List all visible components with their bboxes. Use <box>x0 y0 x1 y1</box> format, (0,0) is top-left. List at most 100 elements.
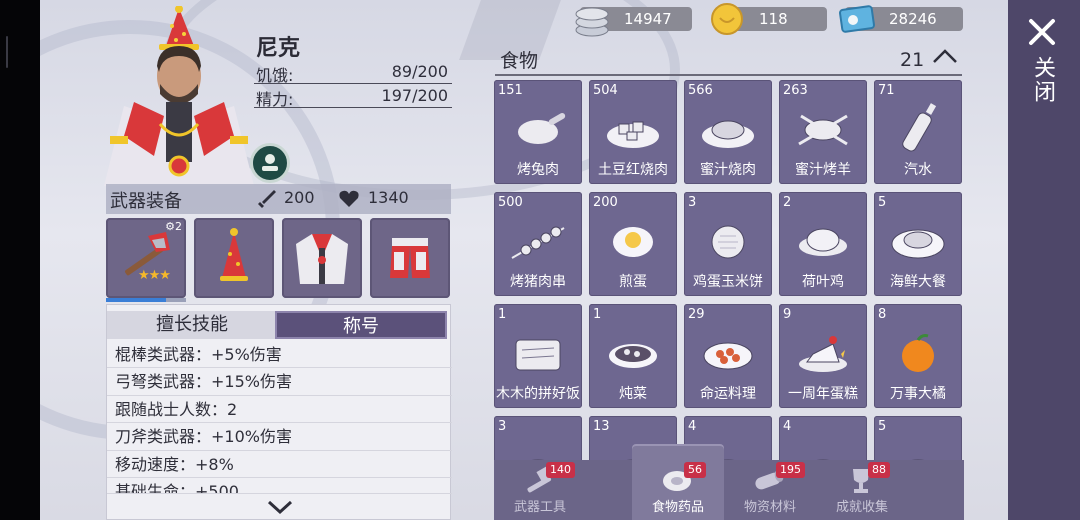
pork-skewer-icon <box>511 226 565 259</box>
item-quantity: 263 <box>783 83 808 98</box>
expand-chevron-icon[interactable] <box>267 499 293 515</box>
shorts-icon <box>390 238 430 278</box>
tab-titles[interactable]: 称号 <box>275 311 447 339</box>
item-quantity: 71 <box>878 83 895 98</box>
item-quantity: 4 <box>688 419 697 434</box>
health-value: 1340 <box>368 188 409 207</box>
item-quantity: 151 <box>498 83 523 98</box>
stew-icon <box>609 344 657 368</box>
skill-item: 弓弩类武器：+15%伤害 <box>107 368 452 396</box>
tab-count-badge: 140 <box>546 462 575 478</box>
sword-icon <box>258 190 276 208</box>
inventory-item[interactable]: 151 烤兔肉 <box>494 80 582 184</box>
item-name: 万事大橘 <box>890 386 946 402</box>
item-quantity: 5 <box>878 419 887 434</box>
inventory-count[interactable]: 21 <box>900 48 958 71</box>
silver-coin-counter: 14947 <box>575 7 692 37</box>
inventory-item[interactable]: 5 <box>874 416 962 460</box>
tab-food-medicine[interactable]: 56 食物药品 <box>632 446 724 520</box>
item-name: 炖菜 <box>619 386 647 402</box>
skill-item: 移动速度：+8% <box>107 451 452 478</box>
skill-item: 刀斧类武器：+10%伤害 <box>107 423 452 451</box>
tab-label: 食物药品 <box>651 500 704 515</box>
item-name: 荷叶鸡 <box>802 274 844 290</box>
gold-coin-icon <box>711 3 743 35</box>
slot-level: ⚙2 <box>165 220 182 233</box>
hunger-stat: 饥饿: 89/200 <box>254 62 452 85</box>
honey-roast-icon <box>702 120 754 148</box>
egg-tortilla-icon <box>711 225 745 259</box>
gold-coin-value: 118 <box>759 10 788 28</box>
item-quantity: 1 <box>593 307 602 322</box>
item-name: 一周年蛋糕 <box>788 386 858 402</box>
energy-stat: 精力: 197/200 <box>254 86 452 109</box>
inventory-item[interactable]: 4 <box>779 416 867 460</box>
potato-pork-icon <box>607 121 659 148</box>
hero-portrait <box>104 6 254 186</box>
game-screen: 尼克 饥饿: 89/200 精力: 197/200 武器装备 200 1340 <box>0 0 1080 520</box>
equip-slot-hat[interactable] <box>194 218 274 298</box>
inventory-item[interactable]: 2 荷叶鸡 <box>779 192 867 296</box>
chevron-up-icon[interactable] <box>932 48 958 64</box>
inventory-item[interactable]: 71 汽水 <box>874 80 962 184</box>
heart-icon <box>339 190 359 207</box>
bezel-notch <box>6 36 8 68</box>
energy-label: 精力: <box>256 90 294 109</box>
tab-materials[interactable]: 195 物资材料 <box>724 460 816 520</box>
close-icon[interactable] <box>1028 18 1056 46</box>
inventory-item[interactable]: 500 烤猪肉串 <box>494 192 582 296</box>
tab-achievements[interactable]: 88 成就收集 <box>816 460 908 520</box>
item-quantity: 5 <box>878 195 887 210</box>
inventory-item[interactable]: 5 海鲜大餐 <box>874 192 962 296</box>
item-quantity: 3 <box>498 419 507 434</box>
lotus-chicken-icon <box>799 228 847 256</box>
item-name: 土豆红烧肉 <box>598 162 668 178</box>
seafood-feast-icon <box>891 229 945 259</box>
inventory-item[interactable]: 1 木木的拼好饭 <box>494 304 582 408</box>
inventory-title: 食物 <box>500 50 539 72</box>
ticket-icon <box>839 5 875 33</box>
inventory-item[interactable]: 504 土豆红烧肉 <box>589 80 677 184</box>
tab-weapons-tools[interactable]: 140 武器工具 <box>494 460 586 520</box>
close-label[interactable]: 关闭 <box>1030 56 1058 104</box>
item-quantity: 4 <box>783 419 792 434</box>
inventory-item[interactable]: 200 煎蛋 <box>589 192 677 296</box>
item-quantity: 29 <box>688 307 705 322</box>
anniversary-cake-icon <box>799 336 847 372</box>
tab-label: 成就收集 <box>835 500 888 515</box>
tab-skills[interactable]: 擅长技能 <box>107 311 277 339</box>
equip-slot-jacket[interactable] <box>282 218 362 298</box>
inventory-item[interactable]: 9 一周年蛋糕 <box>779 304 867 408</box>
equip-slot-axe[interactable]: ⚙2 ★★★ <box>106 218 186 302</box>
status-badge-icon[interactable] <box>250 143 290 183</box>
item-name: 木木的拼好饭 <box>496 386 580 402</box>
inventory-item[interactable]: 1 炖菜 <box>589 304 677 408</box>
inventory-item[interactable]: 263 蜜汁烤羊 <box>779 80 867 184</box>
roast-lamb-icon <box>798 114 848 146</box>
inventory-item[interactable]: 3 <box>494 416 582 460</box>
skill-item: 棍棒类武器：+5%伤害 <box>107 341 452 369</box>
item-name: 命运料理 <box>700 386 756 402</box>
inventory-screen: 尼克 饥饿: 89/200 精力: 197/200 武器装备 200 1340 <box>40 0 1008 520</box>
tab-count-badge: 56 <box>684 462 706 478</box>
fried-egg-icon <box>613 227 653 257</box>
inventory-item[interactable]: 8 万事大橘 <box>874 304 962 408</box>
party-hat-icon <box>220 228 248 281</box>
hunger-value: 89/200 <box>391 62 448 81</box>
tab-count-badge: 195 <box>776 462 805 478</box>
soda-icon <box>902 103 937 152</box>
food-icon <box>911 459 925 460</box>
gold-coin-counter: 118 <box>711 3 827 35</box>
inventory-item[interactable]: 566 蜜汁烧肉 <box>684 80 772 184</box>
fate-dish-icon <box>703 342 753 370</box>
tab-label: 物资材料 <box>743 500 796 515</box>
close-panel[interactable]: 关闭 <box>1008 0 1080 520</box>
equip-slot-shorts[interactable] <box>370 218 450 298</box>
inventory-item[interactable]: 29 命运料理 <box>684 304 772 408</box>
inventory-item[interactable]: 3 鸡蛋玉米饼 <box>684 192 772 296</box>
item-quantity: 566 <box>688 83 713 98</box>
item-quantity: 8 <box>878 307 887 322</box>
jacket-icon <box>296 234 348 284</box>
item-name: 蜜汁烤羊 <box>795 162 851 178</box>
item-quantity: 9 <box>783 307 792 322</box>
